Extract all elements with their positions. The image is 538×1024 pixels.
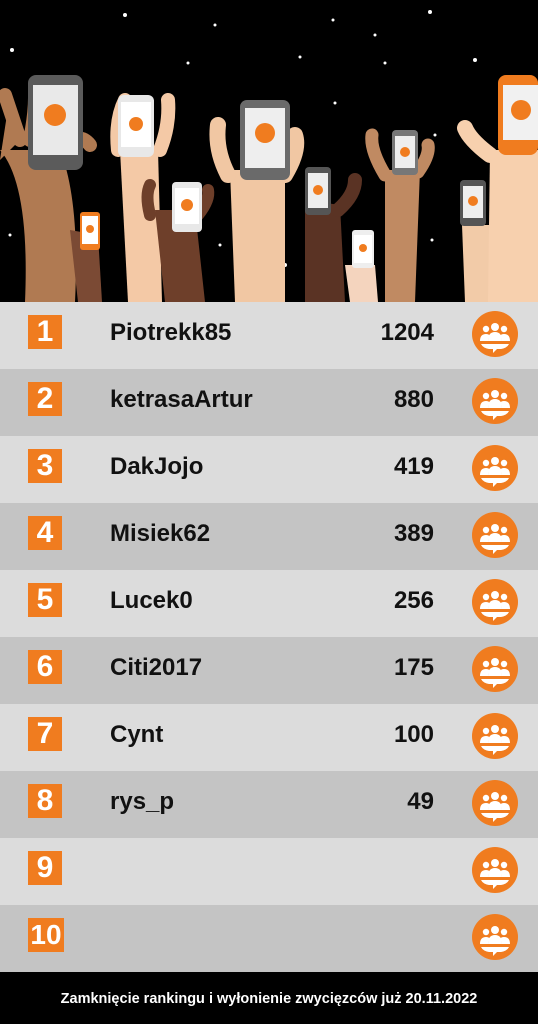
list-item: 9 [0,838,538,905]
list-item: 4 Misiek62 389 [0,503,538,570]
raised-hands-with-phones-illustration [0,10,538,302]
player-score: 175 [393,654,434,681]
list-item: 2 ketrasaArtur 880 [0,369,538,436]
community-badge-icon [472,847,518,893]
rank-number: 10 [28,918,64,952]
player-name: Lucek0 [110,587,193,614]
hero-illustration [0,0,538,302]
player-name: Citi2017 [110,654,203,681]
player-score: 419 [393,453,434,480]
rank-number: 6 [28,650,62,684]
community-badge-icon [472,512,518,558]
rank-number: 8 [28,784,62,818]
player-score: 389 [393,520,434,547]
player-name: ketrasaArtur [110,386,253,413]
player-score: 100 [393,721,434,748]
player-score: 880 [393,386,434,413]
leaderboard-page: 1 Piotrekk85 1204 2 ketrasaArtur 880 3 D… [0,0,538,1024]
rank-number: 4 [28,516,62,550]
list-item: 6 Citi2017 175 [0,637,538,704]
community-badge-icon [472,646,518,692]
player-score: 256 [393,587,434,614]
player-name: Cynt [110,721,164,748]
rank-number: 5 [28,583,62,617]
rank-number: 1 [28,315,62,349]
community-badge-icon [472,780,518,826]
player-name: Misiek62 [110,520,211,547]
list-item: 5 Lucek0 256 [0,570,538,637]
rank-number: 9 [28,851,62,885]
list-item: 10 [0,905,538,972]
ranking-list: 1 Piotrekk85 1204 2 ketrasaArtur 880 3 D… [0,302,538,974]
community-badge-icon [472,579,518,625]
community-badge-icon [472,445,518,491]
player-name: Piotrekk85 [110,319,232,346]
community-badge-icon [472,914,518,960]
community-badge-icon [472,713,518,759]
list-item: 7 Cynt 100 [0,704,538,771]
list-item: 1 Piotrekk85 1204 [0,302,538,369]
player-name: rys_p [110,788,175,815]
rank-number: 7 [28,717,62,751]
community-badge-icon [472,378,518,424]
rank-number: 3 [28,449,62,483]
list-item: 8 rys_p 49 [0,771,538,838]
player-score: 1204 [380,319,434,346]
player-name: DakJojo [110,453,204,480]
footer-announcement: Zamknięcie rankingu i wyłonienie zwycięz… [0,974,538,1024]
list-item: 3 DakJojo 419 [0,436,538,503]
player-score: 49 [407,788,434,815]
community-badge-icon [472,311,518,357]
rank-number: 2 [28,382,62,416]
